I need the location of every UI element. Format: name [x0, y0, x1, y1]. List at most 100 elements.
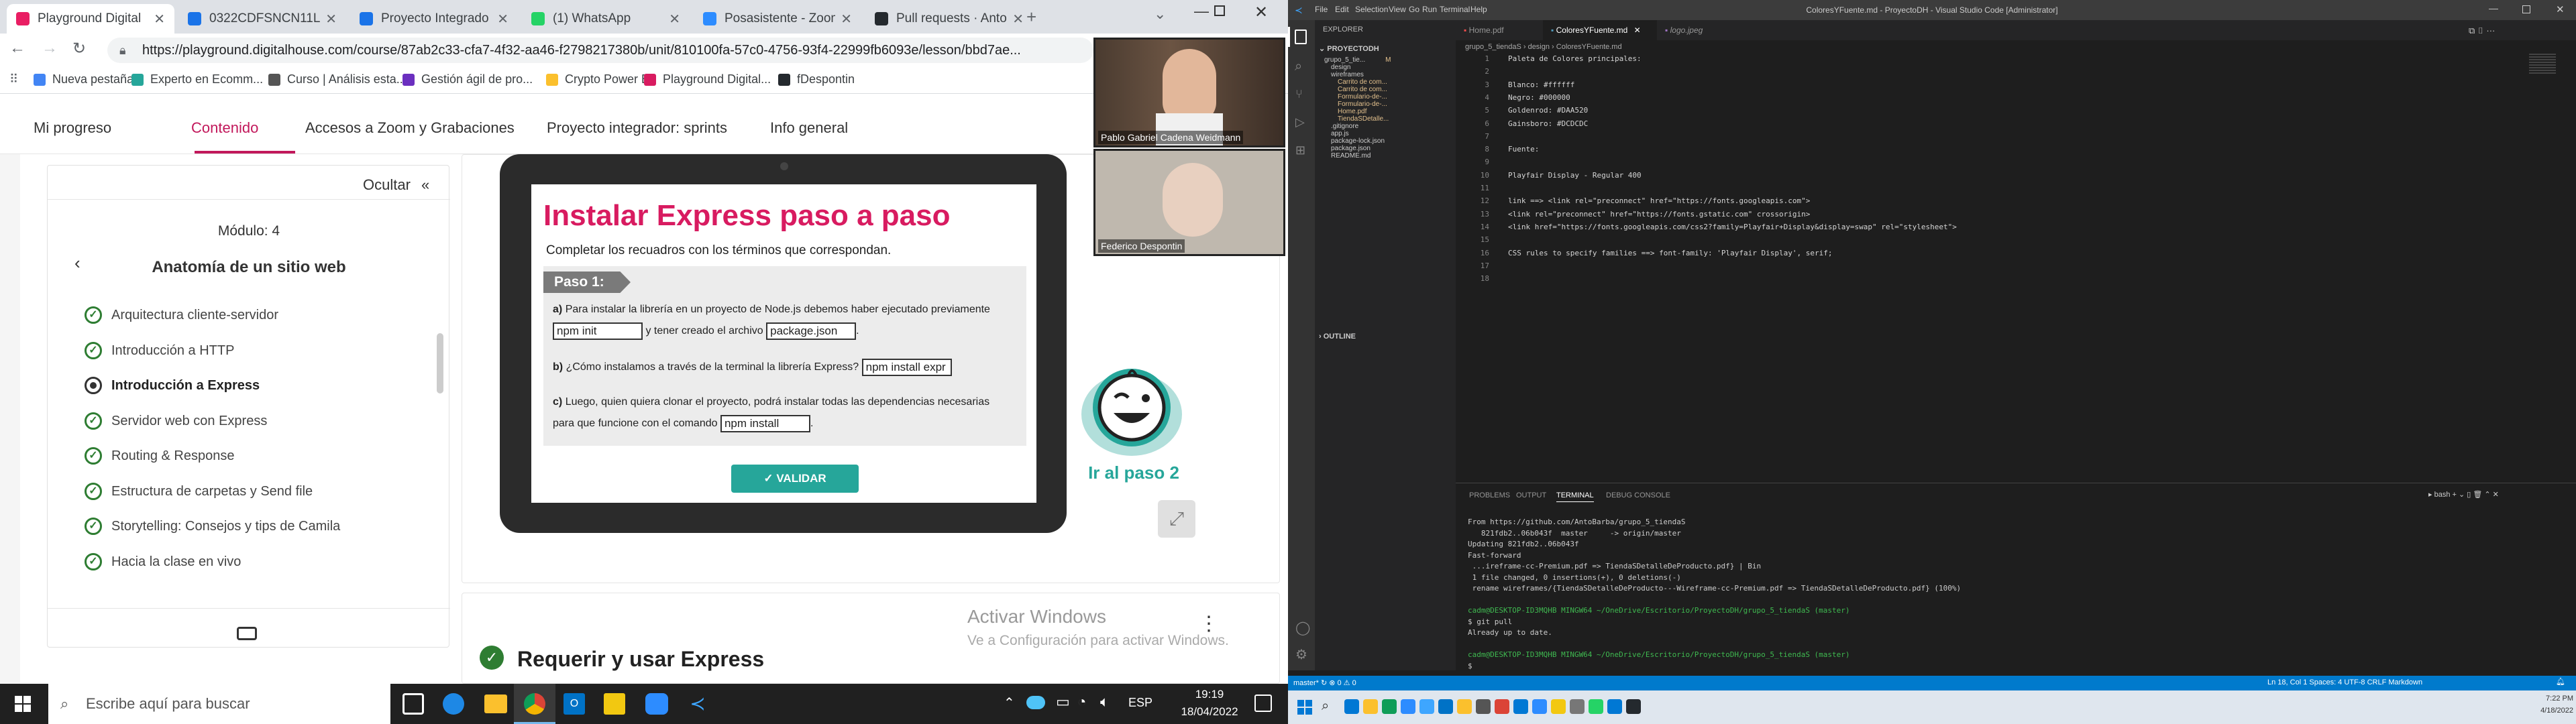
outline-header[interactable]: › OUTLINE: [1319, 333, 1356, 341]
terminal-actions[interactable]: ▸ bash + ⌄ ▯ 🗑︎ ⌃ ✕: [2428, 490, 2499, 499]
close-window-icon[interactable]: ✕: [2556, 3, 2565, 15]
taskbar-app-icon[interactable]: [1626, 699, 1641, 714]
windows-start-icon[interactable]: [1297, 700, 1312, 715]
lesson-item[interactable]: ✓ Estructura de carpetas y Send file: [85, 482, 420, 503]
browser-tab[interactable]: Proyecto Integrado ✕: [350, 4, 518, 34]
file-tree-item[interactable]: package-lock.json: [1331, 137, 1385, 145]
panel-tab[interactable]: TERMINAL: [1556, 491, 1594, 502]
next-step-link[interactable]: Ir al paso 2: [1080, 463, 1187, 483]
panel-tab[interactable]: OUTPUT: [1516, 491, 1546, 499]
zoom-icon[interactable]: [645, 693, 668, 715]
notifications-icon[interactable]: [1254, 695, 1272, 712]
sidebar-scrollbar[interactable]: [437, 333, 443, 394]
close-tab-icon[interactable]: ✕: [1012, 11, 1024, 27]
file-tree-item[interactable]: Carrito de com...: [1338, 78, 1387, 86]
file-explorer-icon[interactable]: [484, 695, 507, 713]
browser-tab[interactable]: Pull requests · Anto ✕: [865, 4, 1033, 34]
branch-status[interactable]: master* ↻ ⊗ 0 ⚠ 0: [1293, 678, 1356, 687]
forward-icon[interactable]: →: [42, 39, 58, 58]
explorer-icon[interactable]: [1295, 29, 1307, 44]
zoom-participant-video[interactable]: Pablo Gabriel Cadena Weidmann: [1093, 38, 1285, 147]
fullscreen-icon[interactable]: ⤢: [1158, 500, 1195, 538]
file-tree-item[interactable]: grupo_5_tie... M: [1324, 56, 1391, 64]
close-tab-icon[interactable]: ✕: [154, 11, 165, 27]
editor-tab-home-pdf[interactable]: ▪ Home.pdf: [1456, 20, 1543, 40]
file-tree-item[interactable]: Formulario-de-...: [1338, 101, 1387, 108]
bookmark-item[interactable]: Experto en Ecomm...: [131, 72, 263, 86]
close-tab-icon[interactable]: ✕: [669, 11, 680, 27]
editor-tab-logo[interactable]: ▪ logo.jpeg: [1657, 20, 1744, 40]
validate-button[interactable]: ✓ VALIDAR: [731, 465, 859, 493]
language-indicator[interactable]: ESP: [1128, 696, 1152, 710]
minimize-icon[interactable]: —: [1194, 3, 1209, 20]
close-window-icon[interactable]: ✕: [1254, 3, 1268, 22]
task-view-icon[interactable]: [402, 693, 424, 715]
taskbar-app-icon[interactable]: [1495, 699, 1509, 714]
clock-time[interactable]: 7:22 PM: [2520, 695, 2573, 703]
lesson-item[interactable]: ✓ Servidor web con Express: [85, 412, 420, 432]
editor-tab-colores[interactable]: ▪ ColoresYFuente.md ✕: [1543, 20, 1657, 40]
taskbar-app-icon[interactable]: [1457, 699, 1472, 714]
nav-item[interactable]: Mi progreso: [34, 119, 111, 137]
apps-icon[interactable]: ⠿: [9, 72, 18, 86]
lesson-item[interactable]: ✓ Arquitectura cliente-servidor: [85, 306, 420, 326]
run-debug-icon[interactable]: ▷: [1295, 115, 1305, 129]
panel-tab[interactable]: PROBLEMS: [1469, 491, 1510, 499]
vscode-icon[interactable]: ≺: [687, 693, 708, 715]
kebab-menu-icon[interactable]: ⋮: [1199, 612, 1219, 636]
bell-icon[interactable]: 🔔︎: [2556, 677, 2565, 686]
file-tree-item[interactable]: package.json: [1331, 145, 1371, 152]
file-tree-item[interactable]: .gitignore: [1331, 123, 1358, 130]
nav-item[interactable]: Info general: [770, 119, 848, 137]
taskbar-app-icon[interactable]: [1438, 699, 1453, 714]
browser-tab[interactable]: Playground Digital ✕: [7, 4, 174, 34]
browser-tab[interactable]: 0322CDFSNCN11L ✕: [178, 4, 346, 34]
terminal-output[interactable]: From https://github.com/AntoBarba/grupo_…: [1468, 517, 1961, 672]
minimap[interactable]: [2529, 54, 2556, 74]
extensions-icon[interactable]: ⊞: [1295, 143, 1305, 158]
source-control-icon[interactable]: ⑂: [1295, 87, 1303, 101]
video-icon[interactable]: [237, 627, 257, 640]
answer-input-package-json[interactable]: package.json: [766, 322, 857, 340]
search-icon[interactable]: ⌕: [1295, 59, 1302, 74]
taskbar-app-icon[interactable]: [1382, 699, 1397, 714]
editor-status[interactable]: Ln 18, Col 1 Spaces: 4 UTF-8 CRLF Markdo…: [2267, 678, 2422, 686]
wifi-icon[interactable]: ◔: [1077, 693, 1086, 711]
chevron-up-icon[interactable]: ⌃: [1004, 695, 1015, 711]
clock-date[interactable]: 4/18/2022: [2520, 707, 2573, 715]
browser-tab[interactable]: (1) WhatsApp ✕: [522, 4, 690, 34]
editor-actions[interactable]: ⧉ ▯ ···: [2469, 25, 2495, 36]
bookmark-item[interactable]: Nueva pestaña: [34, 72, 133, 86]
taskbar-app-icon[interactable]: [1476, 699, 1491, 714]
close-tab-icon[interactable]: ✕: [841, 11, 852, 27]
minimize-icon[interactable]: —: [2489, 3, 2498, 13]
power-bi-icon[interactable]: [604, 693, 625, 715]
taskbar-app-icon[interactable]: [1363, 699, 1378, 714]
clock-date[interactable]: 18/04/2022: [1173, 705, 1246, 719]
tab-search-icon[interactable]: ⌄: [1154, 5, 1166, 23]
new-tab-icon[interactable]: +: [1026, 7, 1036, 27]
bookmark-item[interactable]: Playground Digital...: [644, 72, 771, 86]
close-tab-icon[interactable]: ✕: [1634, 25, 1641, 35]
url-bar[interactable]: 🔒︎ https://playground.digitalhouse.com/c…: [107, 38, 1093, 63]
file-tree-item[interactable]: Carrito de com...: [1338, 86, 1387, 93]
taskbar-app-icon[interactable]: [1589, 699, 1603, 714]
search-icon[interactable]: ⌕: [1322, 699, 1329, 714]
onedrive-icon[interactable]: [1026, 696, 1045, 709]
windows-start-icon[interactable]: [15, 696, 31, 712]
taskbar-search-box[interactable]: ⌕ Escribe aquí para buscar: [48, 684, 390, 724]
battery-icon[interactable]: ▭: [1056, 693, 1070, 711]
file-tree-item[interactable]: wireframes: [1331, 71, 1364, 78]
taskbar-app-icon[interactable]: [1607, 699, 1622, 714]
volume-icon[interactable]: 🔈︎: [1100, 693, 1109, 711]
back-icon[interactable]: ←: [9, 39, 25, 58]
taskbar-app-icon[interactable]: [1419, 699, 1434, 714]
answer-input-npm-install-express[interactable]: npm install expr: [861, 359, 952, 376]
taskbar-app-icon[interactable]: [1551, 699, 1566, 714]
file-tree-item[interactable]: Home.pdf: [1338, 108, 1366, 115]
taskbar-app-icon[interactable]: [1344, 699, 1359, 714]
maximize-icon[interactable]: [2522, 5, 2530, 13]
lesson-item[interactable]: Introducción a Express: [85, 377, 420, 397]
file-tree-item[interactable]: Formulario-de-...: [1338, 93, 1387, 101]
taskbar-app-icon[interactable]: [1513, 699, 1528, 714]
